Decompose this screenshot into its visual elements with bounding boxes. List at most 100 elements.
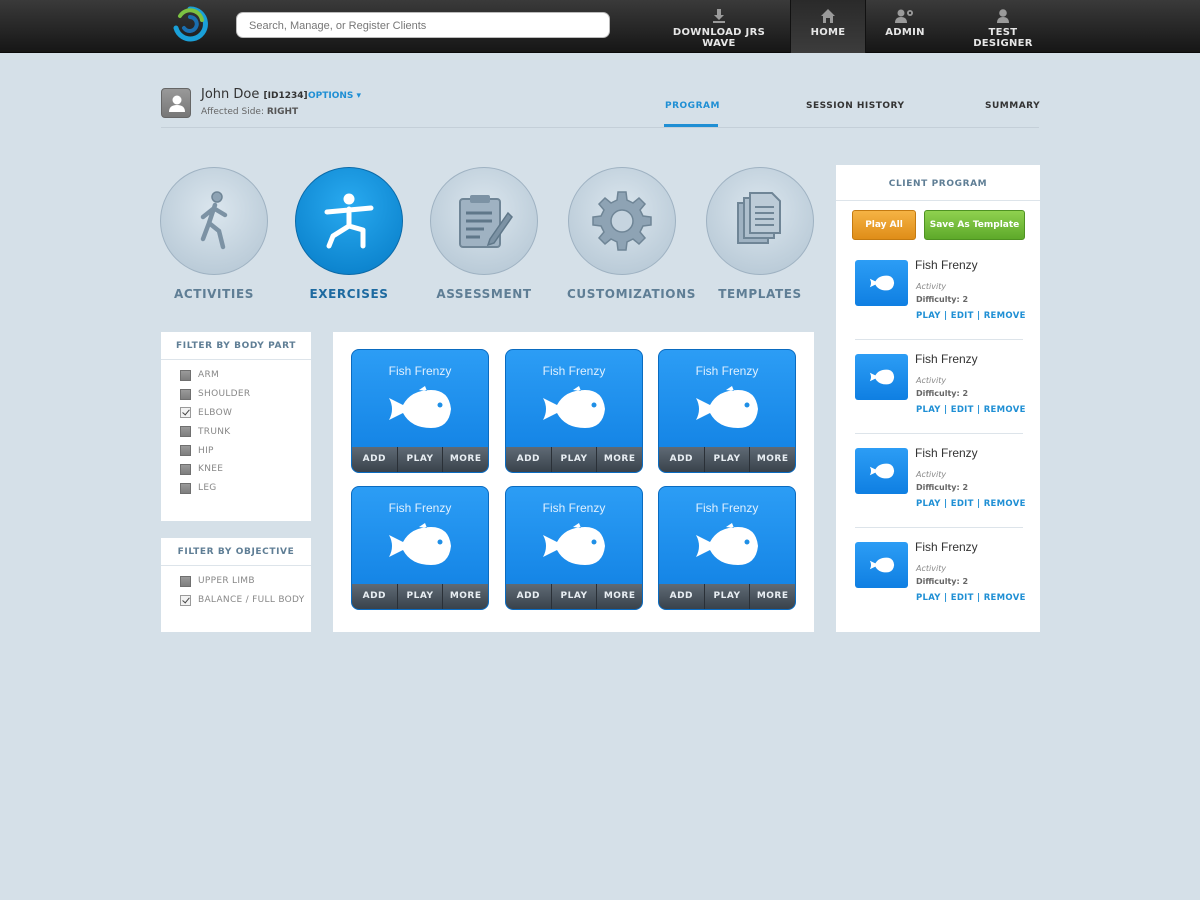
play-button[interactable]: PLAY	[550, 447, 597, 472]
tab-session-history[interactable]: SESSION HISTORY	[806, 101, 904, 111]
more-button[interactable]: MORE	[749, 584, 795, 609]
tab-summary[interactable]: SUMMARY	[985, 101, 1040, 111]
add-button[interactable]: ADD	[659, 584, 704, 609]
nav-label: DOWNLOAD JRS WAVE	[672, 27, 766, 49]
client-program-panel: CLIENT PROGRAM Play All Save As Template…	[836, 165, 1040, 632]
client-name-text: John Doe	[201, 87, 260, 102]
play-button[interactable]: PLAY	[703, 584, 750, 609]
top-bar: Search, Manage, or Register Clients DOWN…	[0, 0, 1200, 53]
checkbox[interactable]	[180, 407, 191, 419]
admin-users-icon	[895, 9, 913, 23]
play-button[interactable]: PLAY	[396, 584, 443, 609]
exercise-tile[interactable]: Fish Frenzy ADD PLAY MORE	[351, 349, 489, 473]
checkbox[interactable]	[180, 426, 191, 438]
category-assessment[interactable]: ASSESSMENT	[429, 167, 539, 301]
filter-knee[interactable]: KNEE	[180, 460, 311, 479]
fish-icon	[543, 386, 605, 428]
exercise-tile[interactable]: Fish Frenzy ADD PLAY MORE	[658, 349, 796, 473]
exercise-tile[interactable]: Fish Frenzy ADD PLAY MORE	[658, 486, 796, 610]
filter-hip[interactable]: HIP	[180, 441, 311, 460]
filter-balance-full-body[interactable]: BALANCE / FULL BODY	[180, 591, 311, 610]
filter-list: ARM SHOULDER ELBOW TRUNK HIP KNEE LEG	[161, 360, 311, 498]
fish-icon	[389, 523, 451, 565]
filter-elbow[interactable]: ELBOW	[180, 404, 311, 423]
client-search-input[interactable]: Search, Manage, or Register Clients	[236, 12, 610, 38]
fish-icon	[869, 463, 894, 479]
tab-program[interactable]: PROGRAM	[665, 101, 720, 111]
running-person-icon	[200, 191, 228, 250]
category-exercises[interactable]: EXERCISES	[294, 167, 404, 301]
more-button[interactable]: MORE	[749, 447, 795, 472]
exercise-tile[interactable]: Fish Frenzy ADD PLAY MORE	[505, 486, 643, 610]
program-item-name: Fish Frenzy	[915, 258, 978, 272]
more-button[interactable]: MORE	[596, 447, 642, 472]
program-item-difficulty: Difficulty: 2	[916, 483, 969, 492]
filter-shoulder[interactable]: SHOULDER	[180, 385, 311, 404]
edit-link[interactable]: EDIT	[951, 499, 974, 509]
edit-link[interactable]: EDIT	[951, 593, 974, 603]
more-button[interactable]: MORE	[442, 447, 488, 472]
filter-trunk[interactable]: TRUNK	[180, 422, 311, 441]
add-button[interactable]: ADD	[659, 447, 704, 472]
header-divider	[161, 127, 1039, 128]
affected-side: Affected Side: RIGHT	[201, 107, 298, 117]
remove-link[interactable]: REMOVE	[984, 499, 1026, 509]
checkbox[interactable]	[180, 463, 191, 475]
checkbox[interactable]	[180, 445, 191, 457]
filter-arm[interactable]: ARM	[180, 366, 311, 385]
exercise-tile[interactable]: Fish Frenzy ADD PLAY MORE	[505, 349, 643, 473]
exercise-tile[interactable]: Fish Frenzy ADD PLAY MORE	[351, 486, 489, 610]
nav-home[interactable]: HOME	[790, 0, 866, 53]
add-button[interactable]: ADD	[352, 447, 397, 472]
program-thumbnail	[855, 260, 908, 306]
checkbox[interactable]	[180, 482, 191, 494]
fish-icon	[696, 523, 758, 565]
checkbox[interactable]	[180, 388, 191, 400]
remove-link[interactable]: REMOVE	[984, 311, 1026, 321]
nav-test-designer[interactable]: TEST DESIGNER	[960, 0, 1046, 53]
options-label: OPTIONS	[308, 91, 354, 101]
category-templates[interactable]: TEMPLATES	[705, 167, 815, 301]
add-button[interactable]: ADD	[506, 447, 551, 472]
program-item: Fish Frenzy Activity Difficulty: 2 PLAY …	[855, 540, 1026, 622]
category-label: ACTIVITIES	[174, 287, 254, 301]
nav-download-jrs-wave[interactable]: DOWNLOAD JRS WAVE	[660, 0, 778, 53]
play-link[interactable]: PLAY	[916, 499, 941, 509]
program-item-actions: PLAY | EDIT | REMOVE	[916, 499, 1026, 509]
more-button[interactable]: MORE	[596, 584, 642, 609]
nav-admin[interactable]: ADMIN	[876, 0, 934, 53]
category-customizations[interactable]: CUSTOMIZATIONS	[567, 167, 695, 301]
program-item: Fish Frenzy Activity Difficulty: 2 PLAY …	[855, 352, 1026, 434]
add-button[interactable]: ADD	[352, 584, 397, 609]
panel-title: CLIENT PROGRAM	[836, 165, 1040, 201]
play-button[interactable]: PLAY	[396, 447, 443, 472]
play-button[interactable]: PLAY	[550, 584, 597, 609]
checkbox[interactable]	[180, 369, 191, 381]
edit-link[interactable]: EDIT	[951, 311, 974, 321]
edit-link[interactable]: EDIT	[951, 405, 974, 415]
checkbox[interactable]	[180, 575, 191, 587]
program-item-type: Activity	[916, 282, 947, 291]
app-logo[interactable]	[172, 6, 208, 42]
play-button[interactable]: PLAY	[703, 447, 750, 472]
save-as-template-button[interactable]: Save As Template	[924, 210, 1025, 240]
program-item-name: Fish Frenzy	[915, 352, 978, 366]
client-options-dropdown[interactable]: OPTIONS ▾	[308, 91, 361, 101]
remove-link[interactable]: REMOVE	[984, 593, 1026, 603]
add-button[interactable]: ADD	[506, 584, 551, 609]
remove-link[interactable]: REMOVE	[984, 405, 1026, 415]
filter-upper-limb[interactable]: UPPER LIMB	[180, 572, 311, 591]
fish-icon	[389, 386, 451, 428]
more-button[interactable]: MORE	[442, 584, 488, 609]
play-link[interactable]: PLAY	[916, 593, 941, 603]
play-link[interactable]: PLAY	[916, 311, 941, 321]
play-all-button[interactable]: Play All	[852, 210, 916, 240]
checkbox[interactable]	[180, 594, 191, 606]
program-thumbnail	[855, 448, 908, 494]
category-activities[interactable]: ACTIVITIES	[159, 167, 269, 301]
play-link[interactable]: PLAY	[916, 405, 941, 415]
clipboard-icon	[459, 195, 513, 248]
tile-button-bar: ADD PLAY MORE	[659, 447, 795, 472]
filter-leg[interactable]: LEG	[180, 479, 311, 498]
category-circle	[430, 167, 538, 275]
